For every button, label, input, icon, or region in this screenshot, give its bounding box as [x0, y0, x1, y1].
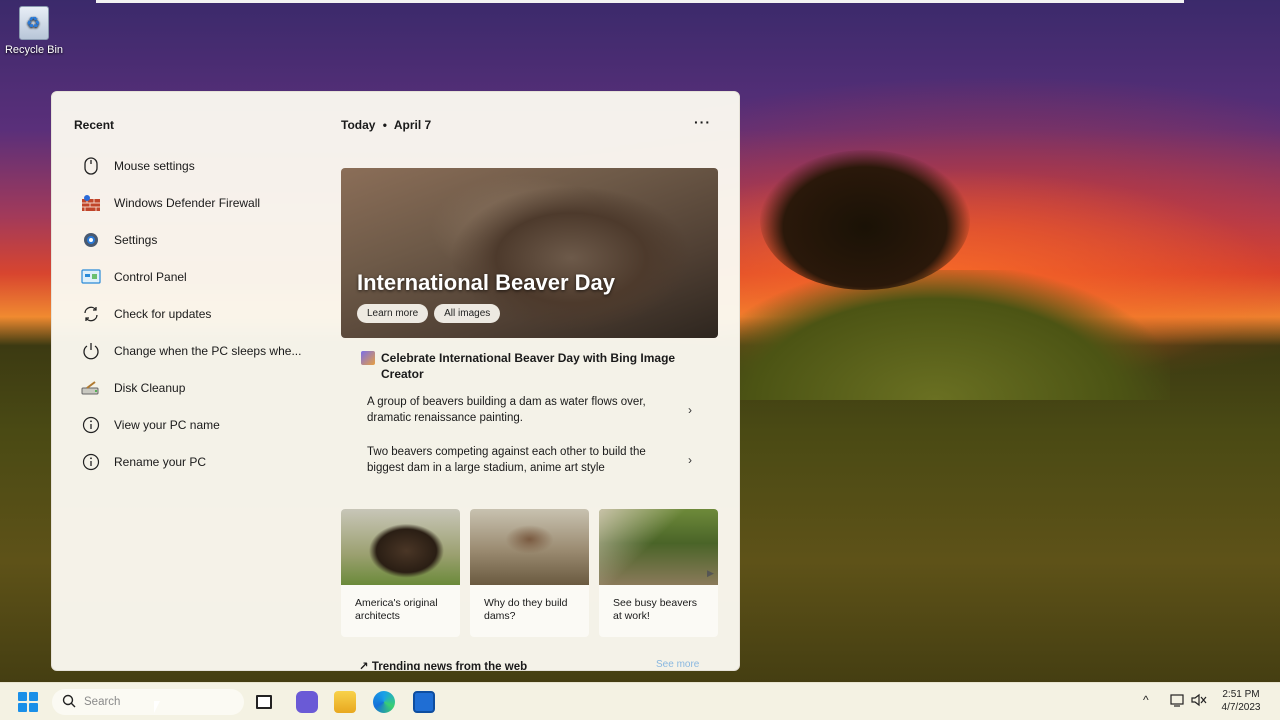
today-header: Today • April 7 — [341, 118, 431, 132]
hill-background — [700, 270, 1170, 400]
bing-image-creator-card: Celebrate International Beaver Day with … — [341, 350, 718, 500]
recycle-bin-icon — [19, 6, 49, 40]
recent-item-settings[interactable]: Settings — [80, 221, 310, 258]
recent-item-check-updates[interactable]: Check for updates — [80, 295, 310, 332]
power-icon — [80, 341, 102, 361]
start-button[interactable] — [18, 692, 38, 712]
prompt-suggestion[interactable]: A group of beavers building a dam as wat… — [341, 394, 718, 426]
widgets-panel: Recent Mouse settings Windows Defender F… — [51, 91, 740, 671]
chat-icon[interactable] — [296, 691, 318, 713]
recent-item-label: Control Panel — [114, 269, 187, 284]
thumbnail-caption: See busy beavers at work! — [613, 597, 698, 622]
recent-item-label: Rename your PC — [114, 454, 207, 469]
mouse-icon — [80, 156, 102, 176]
system-clock[interactable]: 2:51 PM 4/7/2023 — [1212, 688, 1270, 714]
microsoft-store-icon[interactable] — [413, 691, 435, 713]
image-creator-icon — [361, 351, 375, 365]
see-more-link[interactable]: See more — [656, 659, 699, 670]
window-top-edge — [96, 0, 1184, 3]
recent-item-mouse-settings[interactable]: Mouse settings — [80, 147, 310, 184]
windows-logo-icon — [18, 692, 27, 701]
bing-card-title: Celebrate International Beaver Day with … — [381, 351, 676, 381]
hero-card-beaver-day[interactable]: International Beaver Day Learn more All … — [341, 168, 718, 338]
refresh-icon — [80, 304, 102, 324]
all-images-button[interactable]: All images — [434, 304, 501, 323]
tree-silhouette — [760, 150, 970, 290]
learn-more-button[interactable]: Learn more — [357, 304, 429, 323]
thumbnail-caption: America's original architects — [355, 597, 438, 622]
info-icon — [80, 415, 102, 435]
recent-item-rename-pc[interactable]: Rename your PC — [80, 443, 310, 480]
trending-title: Trending news from the web — [371, 661, 528, 671]
search-icon — [62, 694, 76, 711]
thumbnail-caption: Why do they build dams? — [484, 597, 568, 622]
thumbnail-carousel: America's original architects Why do the… — [341, 509, 718, 637]
today-label: Today — [341, 118, 376, 132]
control-panel-icon — [80, 267, 102, 287]
clock-time: 2:51 PM — [1222, 689, 1260, 700]
more-options-button[interactable]: ··· — [694, 114, 711, 130]
beaver-thumbnail-image — [470, 509, 589, 585]
chevron-right-icon: › — [688, 453, 692, 467]
recycle-bin-label: Recycle Bin — [4, 44, 64, 56]
clock-date: 4/7/2023 — [1221, 702, 1261, 713]
beaver-thumbnail-image — [599, 509, 718, 585]
recent-item-control-panel[interactable]: Control Panel — [80, 258, 310, 295]
hero-title: International Beaver Day — [357, 270, 615, 295]
firewall-icon — [80, 193, 102, 213]
hero-actions: Learn more All images — [357, 304, 501, 323]
task-view-icon[interactable] — [256, 695, 272, 709]
prompt-text: Two beavers competing against each other… — [367, 446, 646, 474]
recent-item-label: Windows Defender Firewall — [114, 195, 261, 210]
prompt-suggestion[interactable]: Two beavers competing against each other… — [341, 444, 718, 476]
recent-item-label: View your PC name — [114, 417, 220, 432]
recent-item-disk-cleanup[interactable]: Disk Cleanup — [80, 369, 310, 406]
trending-header: ↗ Trending news from the web — [359, 659, 528, 671]
taskbar-search[interactable] — [52, 689, 244, 715]
gear-icon — [80, 230, 102, 250]
bing-card-header[interactable]: Celebrate International Beaver Day with … — [341, 350, 681, 382]
thumbnail-card[interactable]: See busy beavers at work! — [599, 509, 718, 637]
recent-item-label: Check for updates — [114, 306, 212, 321]
recent-item-label: Disk Cleanup — [114, 380, 186, 395]
thumbnail-card[interactable]: Why do they build dams? — [470, 509, 589, 637]
info-icon — [80, 452, 102, 472]
recent-item-label: Settings — [114, 232, 158, 247]
recent-title: Recent — [74, 118, 115, 132]
recent-item-power-sleep[interactable]: Change when the PC sleeps whe... — [80, 332, 310, 369]
recycle-bin-shortcut[interactable]: Recycle Bin — [4, 6, 64, 56]
chevron-right-icon: › — [688, 403, 692, 417]
recent-item-label: Change when the PC sleeps whe... — [114, 343, 302, 358]
taskbar: ^ 2:51 PM 4/7/2023 — [0, 682, 1280, 720]
date-separator: • — [382, 118, 387, 132]
recent-list: Mouse settings Windows Defender Firewall… — [80, 147, 310, 480]
trending-icon: ↗ — [359, 661, 369, 671]
network-icon[interactable] — [1170, 693, 1186, 710]
prompt-text: A group of beavers building a dam as wat… — [367, 396, 646, 424]
edge-browser-icon[interactable] — [373, 691, 395, 713]
mouse-pointer-icon — [154, 701, 166, 713]
thumbnail-card[interactable]: America's original architects — [341, 509, 460, 637]
volume-muted-icon[interactable] — [1191, 693, 1207, 710]
today-date: April 7 — [393, 118, 432, 132]
recent-item-firewall[interactable]: Windows Defender Firewall — [80, 184, 310, 221]
recent-item-label: Mouse settings — [114, 158, 195, 173]
beaver-thumbnail-image — [341, 509, 460, 585]
show-hidden-icons-chevron-up-icon[interactable]: ^ — [1143, 693, 1149, 707]
file-explorer-icon[interactable] — [334, 691, 356, 713]
disk-cleanup-icon — [80, 378, 102, 398]
recent-item-view-pc-name[interactable]: View your PC name — [80, 406, 310, 443]
carousel-next-icon[interactable]: ▶ — [707, 568, 714, 579]
